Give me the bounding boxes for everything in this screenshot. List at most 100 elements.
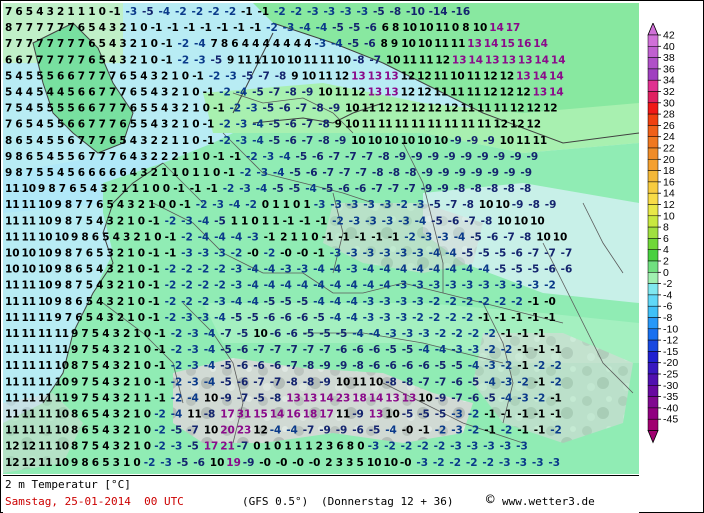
source-link[interactable]: www.wetter3.de	[502, 495, 595, 509]
temperature-value: -14	[429, 6, 448, 18]
temperature-value: 12	[395, 103, 410, 115]
temperature-value: 5	[47, 103, 54, 115]
temperature-value: 4	[140, 70, 147, 82]
temperature-value: 11	[434, 87, 449, 99]
temperature-value: 11	[434, 70, 449, 82]
temperature-value: 11	[38, 360, 53, 372]
temperature-value: -6	[468, 392, 480, 404]
temperature-value: -4	[252, 119, 264, 131]
temperature-value: -1	[230, 151, 242, 163]
temperature-value: 5	[86, 264, 93, 276]
temperature-value: -3	[451, 425, 463, 437]
temperature-value: 1	[262, 215, 269, 227]
temperature-value: 6	[78, 167, 85, 179]
temperature-value: 0	[144, 425, 151, 437]
temperature-value: 6	[78, 151, 85, 163]
temperature-value: -8	[270, 392, 282, 404]
temperature-value: 10	[497, 215, 512, 227]
temperature-value: 2	[171, 151, 178, 163]
temperature-value: -3	[340, 6, 352, 18]
temperature-value: 6	[69, 183, 76, 195]
temperature-value: 6	[130, 103, 137, 115]
legend-color-swatch	[647, 305, 659, 318]
temperature-value: 6	[81, 409, 88, 421]
temperature-value: -3	[517, 392, 529, 404]
temperature-value: 4	[47, 87, 54, 99]
temperature-value: -1	[184, 22, 196, 34]
temperature-value: 11	[533, 135, 548, 147]
temperature-value: 4	[57, 167, 64, 179]
temperature-value: -3	[363, 312, 375, 324]
temperature-value: -2	[434, 441, 446, 453]
temperature-value: -4	[352, 328, 364, 340]
temperature-value: -1	[203, 135, 215, 147]
temperature-value: 2	[182, 103, 189, 115]
temperature-value: 13	[368, 87, 383, 99]
temperature-value: 10	[204, 425, 219, 437]
temperature-value: 6	[96, 199, 103, 211]
temperature-value: -1	[313, 248, 325, 260]
temperature-value: -2	[178, 54, 190, 66]
temperature-value: 8	[71, 409, 78, 421]
temperature-value: 4	[130, 167, 137, 179]
temperature-value: 10	[351, 135, 366, 147]
temperature-value: 4	[273, 38, 280, 50]
temperature-value: 4	[26, 87, 33, 99]
temperature-value: -4	[330, 296, 342, 308]
temperature-value: -3	[413, 199, 425, 211]
temperature-value: -3	[236, 135, 248, 147]
temperature-value: -4	[313, 296, 325, 308]
temperature-value: 11	[444, 119, 459, 131]
temperature-value: -2	[501, 344, 513, 356]
temperature-value: 1	[133, 425, 140, 437]
temperature-value: -8	[454, 183, 466, 195]
temperature-value: 7	[109, 87, 116, 99]
temperature-value: 9	[55, 248, 62, 260]
temperature-value: -6	[270, 360, 282, 372]
temperature-value: -1	[154, 392, 166, 404]
temperature-value: 2	[151, 151, 158, 163]
legend-color-swatch	[647, 249, 659, 262]
temperature-value: -1	[154, 328, 166, 340]
temperature-value: 2	[138, 199, 145, 211]
temperature-value: 0	[182, 167, 189, 179]
temperature-value: -8	[470, 183, 482, 195]
temperature-value: 2	[119, 22, 126, 34]
temperature-value: -3	[412, 280, 424, 292]
legend-color-swatch	[647, 272, 659, 284]
temperature-value: -9	[319, 425, 331, 437]
temperature-value: 10	[450, 70, 465, 82]
temperature-value-row: 11 11 11 9 7 6 5 4 3 2 1 0 -1 -2 -3 -3 -4 -5 -5 -6 -6 -6 -5 -4-…	[5, 312, 556, 324]
temperature-value: 2	[123, 328, 130, 340]
temperature-value: 0	[203, 151, 210, 163]
temperature-value: 0	[182, 70, 189, 82]
temperature-value: 5	[140, 119, 147, 131]
temperature-value: 10	[401, 38, 416, 50]
temperature-value: -3	[501, 376, 513, 388]
temperature-value: 11	[362, 119, 377, 131]
temperature-value: -0	[247, 248, 259, 260]
temperature-value: 3	[113, 328, 120, 340]
temperature-value: -3	[194, 54, 206, 66]
legend-color-swatch	[647, 113, 659, 126]
temperature-value: 0	[293, 199, 300, 211]
legend-arrow-min	[647, 430, 659, 444]
temperature-value-row: 11 11 10 9 8 7 5 4 3 2 1 0 -1 -2 -2 -2 -2 -3 -4 -4 -4 -4 -4 -4-…	[5, 280, 556, 292]
temperature-value: 4	[102, 344, 109, 356]
temperature-value: -1	[517, 328, 529, 340]
legend-label: -35	[663, 391, 678, 403]
temperature-value: -4	[297, 280, 309, 292]
temperature-value: -9	[395, 151, 407, 163]
temperature-value: -7	[258, 70, 270, 82]
temperature-value: -8	[503, 183, 515, 195]
temperature-value: -4	[418, 344, 430, 356]
legend-label: 8	[663, 222, 669, 234]
legend-label: 24	[663, 131, 675, 143]
temperature-value: 7	[59, 183, 66, 195]
temperature-value: 5	[67, 167, 74, 179]
temperature-value: 7	[81, 360, 88, 372]
valid-date: Samstag, 25-01-2014 00 UTC	[5, 495, 184, 508]
temperature-value: -3	[412, 296, 424, 308]
temperature-value: -5	[462, 248, 474, 260]
temperature-value: -2	[435, 425, 447, 437]
